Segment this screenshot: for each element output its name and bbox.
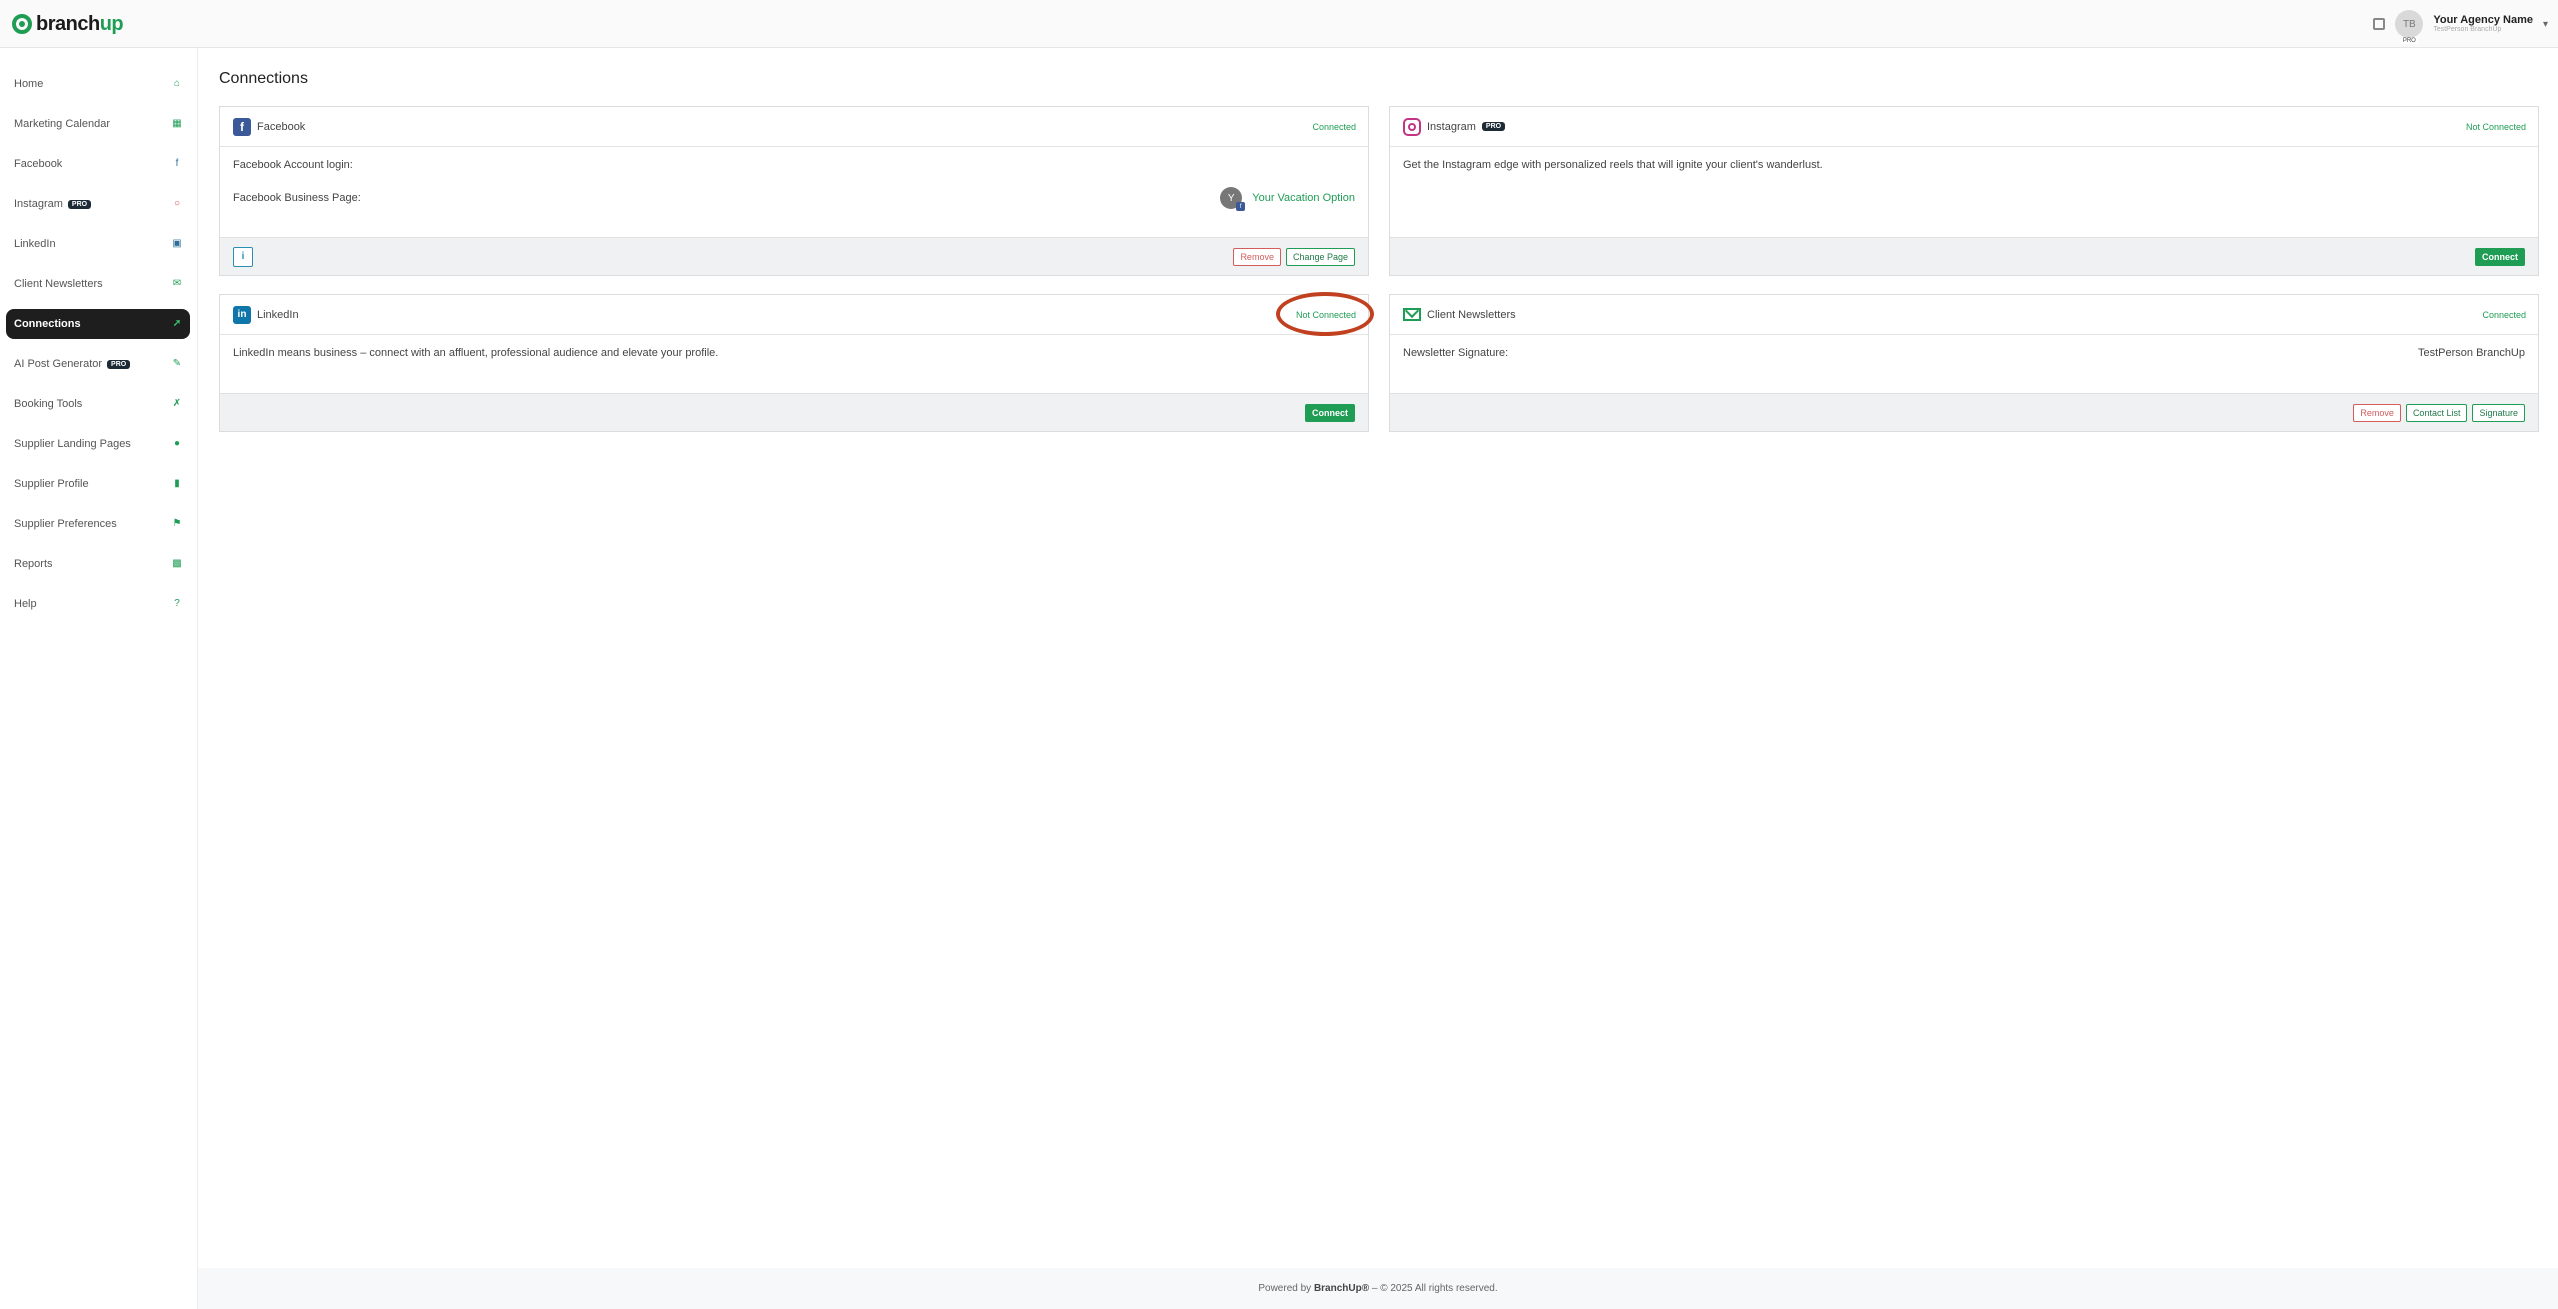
page-title: Connections: [219, 70, 308, 87]
globe-icon: ●: [173, 438, 181, 449]
sidebar: Home ⌂ Marketing Calendar ▦ Facebook f I…: [0, 48, 198, 1309]
card-title: Client Newsletters: [1427, 308, 1516, 321]
facebook-page-link[interactable]: Y f Your Vacation Option: [1220, 187, 1355, 211]
linkedin-card: in LinkedIn Not Connected LinkedIn means…: [219, 294, 1369, 432]
card-header: Instagram PRO Not Connected: [1390, 107, 2538, 147]
card-footer: Remove Contact List Signature: [1390, 393, 2538, 431]
sidebar-item-connections[interactable]: Connections ➚: [6, 309, 190, 339]
status-badge: Not Connected: [1295, 309, 1356, 320]
instagram-icon: ○: [173, 198, 181, 209]
signature-value: TestPerson BranchUp: [2418, 347, 2525, 359]
facebook-mini-icon: f: [1236, 202, 1246, 211]
card-header: Client Newsletters Connected: [1390, 295, 2538, 335]
card-footer: Connect: [220, 393, 1368, 431]
facebook-icon: f: [175, 158, 179, 169]
card-title: LinkedIn: [257, 308, 299, 321]
status-badge: Connected: [1312, 121, 1356, 132]
user-menu[interactable]: TB PRO Your Agency Name TestPerson Branc…: [2373, 8, 2548, 44]
sidebar-item-help[interactable]: Help ?: [6, 589, 190, 619]
linkedin-icon: in: [233, 305, 251, 324]
page-avatar: Y f: [1220, 187, 1246, 211]
home-icon: ⌂: [173, 78, 181, 89]
facebook-card: f Facebook Connected Facebook Account lo…: [219, 106, 1369, 276]
chevron-down-icon[interactable]: ▾: [2543, 19, 2548, 30]
info-icon: i: [241, 251, 245, 262]
wrench-icon: ✗: [172, 398, 182, 409]
sidebar-item-ai-post-generator[interactable]: AI Post Generator PRO ✎: [6, 349, 190, 379]
info-button[interactable]: i: [233, 246, 253, 267]
bookmark-icon: ⚑: [172, 518, 182, 529]
signature-button[interactable]: Signature: [2472, 403, 2525, 422]
card-header: in LinkedIn Not Connected: [220, 295, 1368, 335]
agency-info[interactable]: Your Agency Name TestPerson BranchUp: [2433, 14, 2533, 34]
agency-user: TestPerson BranchUp: [2433, 26, 2502, 34]
card-footer: i Remove Change Page: [220, 237, 1368, 275]
branchup-logo[interactable]: branchup: [12, 10, 124, 38]
logo-icon: [12, 14, 32, 34]
page-footer: Powered by BranchUp® – © 2025 All rights…: [198, 1268, 2558, 1309]
facebook-icon: f: [233, 117, 251, 136]
sidebar-item-supplier-landing-pages[interactable]: Supplier Landing Pages ●: [6, 429, 190, 459]
agency-name: Your Agency Name: [2433, 14, 2533, 27]
pro-badge: PRO: [107, 359, 131, 369]
main-content: Connections f Facebook Connected Faceboo…: [198, 48, 2558, 1268]
sidebar-item-supplier-preferences[interactable]: Supplier Preferences ⚑: [6, 509, 190, 539]
card-title: Instagram: [1427, 120, 1476, 133]
sidebar-item-facebook[interactable]: Facebook f: [6, 149, 190, 179]
pro-badge: PRO: [67, 199, 92, 209]
sidebar-item-booking-tools[interactable]: Booking Tools ✗: [6, 389, 190, 419]
sidebar-item-instagram[interactable]: Instagram PRO ○: [6, 189, 190, 219]
question-icon: ?: [174, 598, 180, 609]
remove-button[interactable]: Remove: [2353, 403, 2401, 422]
top-bar: branchup TB PRO Your Agency Name TestPer…: [0, 0, 2558, 48]
newsletters-card: Client Newsletters Connected Newsletter …: [1389, 294, 2539, 432]
contact-list-button[interactable]: Contact List: [2405, 403, 2468, 422]
pro-badge: PRO: [1481, 122, 1506, 131]
book-icon: ▮: [174, 478, 180, 489]
remove-button[interactable]: Remove: [1233, 247, 1281, 266]
plug-icon: ➚: [172, 318, 182, 329]
sidebar-item-supplier-profile[interactable]: Supplier Profile ▮: [6, 469, 190, 499]
footer-brand: BranchUp®: [1313, 1283, 1370, 1294]
connect-button[interactable]: Connect: [1305, 403, 1355, 422]
page-name: Your Vacation Option: [1252, 192, 1355, 204]
sidebar-item-linkedin[interactable]: LinkedIn ▣: [6, 229, 190, 259]
instagram-description: Get the Instagram edge with personalized…: [1403, 159, 1823, 171]
linkedin-icon: ▣: [172, 238, 182, 249]
envelope-icon: ✉: [172, 278, 182, 289]
card-header: f Facebook Connected: [220, 107, 1368, 147]
instagram-card: Instagram PRO Not Connected Get the Inst…: [1389, 106, 2539, 276]
calendar-icon: ▦: [172, 118, 182, 129]
instagram-icon: [1403, 117, 1421, 136]
account-login-label: Facebook Account login:: [233, 159, 353, 171]
avatar[interactable]: TB PRO: [2395, 10, 2424, 44]
business-page-label: Facebook Business Page:: [233, 192, 361, 204]
sidebar-item-marketing-calendar[interactable]: Marketing Calendar ▦: [6, 109, 190, 139]
card-title: Facebook: [257, 120, 306, 133]
linkedin-description: LinkedIn means business – connect with a…: [233, 347, 719, 359]
sidebar-item-home[interactable]: Home ⌂: [6, 69, 190, 99]
chart-icon: ▩: [172, 558, 182, 569]
envelope-icon: [1403, 308, 1421, 321]
status-badge: Not Connected: [2465, 121, 2526, 132]
external-link-icon[interactable]: [2373, 18, 2386, 30]
sidebar-item-reports[interactable]: Reports ▩: [6, 549, 190, 579]
change-page-button[interactable]: Change Page: [1285, 247, 1355, 266]
edit-icon: ✎: [172, 358, 182, 369]
signature-label: Newsletter Signature:: [1403, 347, 1509, 359]
status-badge: Connected: [2482, 309, 2526, 320]
card-footer: Connect: [1390, 237, 2538, 275]
sidebar-item-client-newsletters[interactable]: Client Newsletters ✉: [6, 269, 190, 299]
connect-button[interactable]: Connect: [2475, 247, 2525, 266]
